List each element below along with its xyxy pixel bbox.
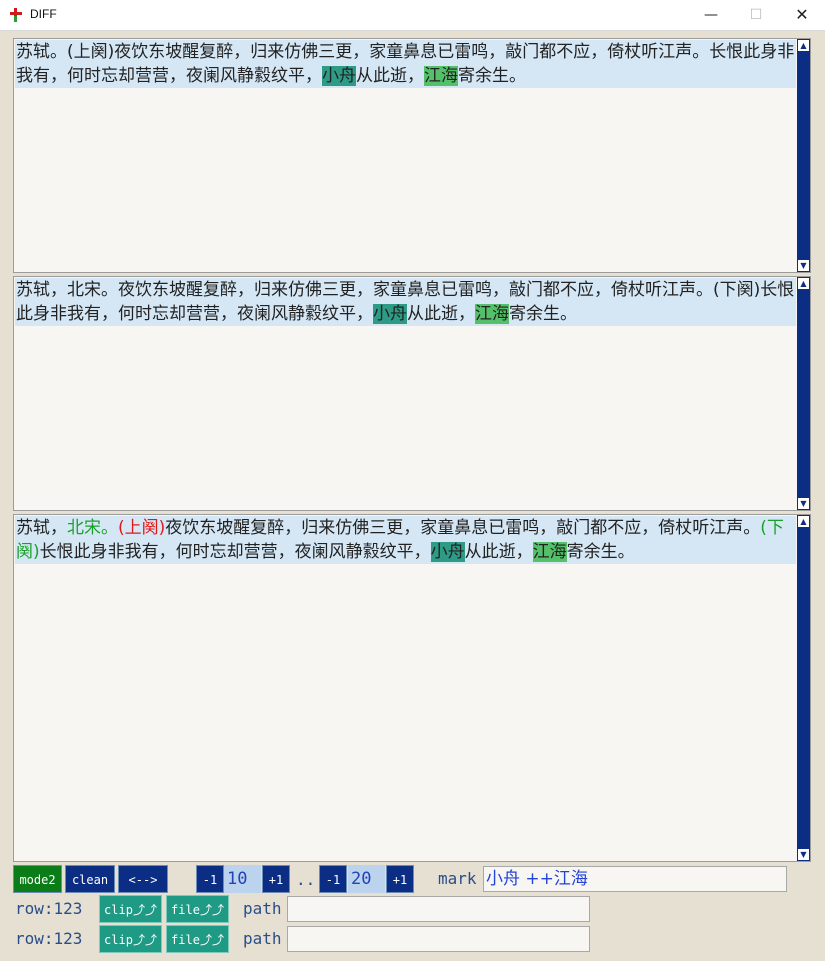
minimize-button[interactable]: — bbox=[688, 0, 734, 31]
range-end-increment-button[interactable]: +1 bbox=[386, 865, 414, 893]
scroll-up-icon[interactable]: ▲ bbox=[798, 40, 809, 51]
text-pane-2[interactable]: 苏轼，北宋。夜饮东坡醒复醉，归来仿佛三更，家童鼻息已雷鸣，敲门都不应，倚杖听江声… bbox=[13, 276, 811, 511]
clip-button[interactable]: clip⤴⤴ bbox=[99, 895, 162, 923]
swap-button[interactable]: <--> bbox=[118, 865, 168, 893]
app-icon bbox=[10, 8, 24, 23]
scroll-down-icon[interactable]: ▼ bbox=[798, 498, 809, 509]
file-button[interactable]: file⤴⤴ bbox=[166, 925, 229, 953]
diff-segment-hl-teal: 小舟 bbox=[322, 66, 356, 86]
range-separator: .. bbox=[296, 870, 316, 889]
diff-result-text[interactable]: 苏轼，北宋。(上阕)夜饮东坡醒复醉，归来仿佛三更，家童鼻息已雷鸣，敲门都不应，倚… bbox=[15, 516, 796, 564]
scroll-up-icon[interactable]: ▲ bbox=[798, 278, 809, 289]
mode-button[interactable]: mode2 bbox=[13, 865, 62, 893]
diff-segment-hl-teal: 小舟 bbox=[373, 304, 407, 324]
diff-segment-hl-teal: 小舟 bbox=[430, 542, 465, 562]
range-start-value[interactable]: 10 bbox=[224, 865, 261, 893]
diff-result-pane[interactable]: 苏轼，北宋。(上阕)夜饮东坡醒复醉，归来仿佛三更，家童鼻息已雷鸣，敲门都不应，倚… bbox=[13, 514, 811, 862]
maximize-button[interactable]: ☐ bbox=[733, 0, 779, 31]
scroll-up-icon[interactable]: ▲ bbox=[798, 516, 809, 527]
diff-segment-c-green: 北宋。 bbox=[67, 518, 118, 538]
range-end-decrement-button[interactable]: -1 bbox=[319, 865, 347, 893]
range-end-value[interactable]: 20 bbox=[348, 865, 385, 893]
mark-label: mark bbox=[438, 869, 477, 888]
text-segment: 夜饮东坡醒复醉，归来仿佛三更，家童鼻息已雷鸣，敲门都不应，倚杖听江声。 bbox=[165, 518, 761, 538]
window-title: DIFF bbox=[30, 7, 57, 21]
text-segment: 寄余生。 bbox=[458, 66, 526, 86]
scroll-down-icon[interactable]: ▼ bbox=[798, 260, 809, 271]
diff-segment-hl-green: 江海 bbox=[532, 542, 567, 562]
path-input[interactable] bbox=[287, 926, 590, 952]
clip-button[interactable]: clip⤴⤴ bbox=[99, 925, 162, 953]
diff-segment-hl-green: 江海 bbox=[424, 66, 458, 86]
diff-segment-c-red: (上阕) bbox=[118, 518, 166, 538]
title-bar: DIFF — ☐ ✕ bbox=[0, 0, 825, 31]
pane-2-text[interactable]: 苏轼，北宋。夜饮东坡醒复醉，归来仿佛三更，家童鼻息已雷鸣，敲门都不应，倚杖听江声… bbox=[15, 278, 796, 326]
row-label: row:123 bbox=[15, 929, 83, 948]
row-label: row:123 bbox=[15, 899, 83, 918]
file-button[interactable]: file⤴⤴ bbox=[166, 895, 229, 923]
path-input[interactable] bbox=[287, 896, 590, 922]
text-segment: 苏轼， bbox=[16, 518, 67, 538]
pane-2-scrollbar[interactable]: ▲ ▼ bbox=[797, 277, 810, 510]
close-button[interactable]: ✕ bbox=[779, 0, 825, 31]
range-start-increment-button[interactable]: +1 bbox=[262, 865, 290, 893]
diff-pane-scrollbar[interactable]: ▲ ▼ bbox=[797, 515, 810, 861]
text-segment: 从此逝， bbox=[407, 304, 475, 324]
path-label: path bbox=[243, 929, 282, 948]
scroll-down-icon[interactable]: ▼ bbox=[798, 849, 809, 860]
clean-button[interactable]: clean bbox=[65, 865, 115, 893]
text-segment: 从此逝， bbox=[356, 66, 424, 86]
text-segment: 寄余生。 bbox=[509, 304, 577, 324]
pane-1-scrollbar[interactable]: ▲ ▼ bbox=[797, 39, 810, 272]
mark-input[interactable]: 小舟 ++江海 bbox=[483, 866, 787, 892]
text-segment: 从此逝， bbox=[464, 542, 533, 562]
text-pane-1[interactable]: 苏轼。(上阕)夜饮东坡醒复醉，归来仿佛三更，家童鼻息已雷鸣，敲门都不应，倚杖听江… bbox=[13, 38, 811, 273]
text-segment: 寄余生。 bbox=[566, 542, 635, 562]
path-label: path bbox=[243, 899, 282, 918]
diff-segment-hl-green: 江海 bbox=[475, 304, 509, 324]
pane-1-text[interactable]: 苏轼。(上阕)夜饮东坡醒复醉，归来仿佛三更，家童鼻息已雷鸣，敲门都不应，倚杖听江… bbox=[15, 40, 796, 88]
range-start-decrement-button[interactable]: -1 bbox=[196, 865, 224, 893]
text-segment: 长恨此身非我有，何时忘却营营，夜阑风静縠纹平， bbox=[39, 542, 431, 562]
